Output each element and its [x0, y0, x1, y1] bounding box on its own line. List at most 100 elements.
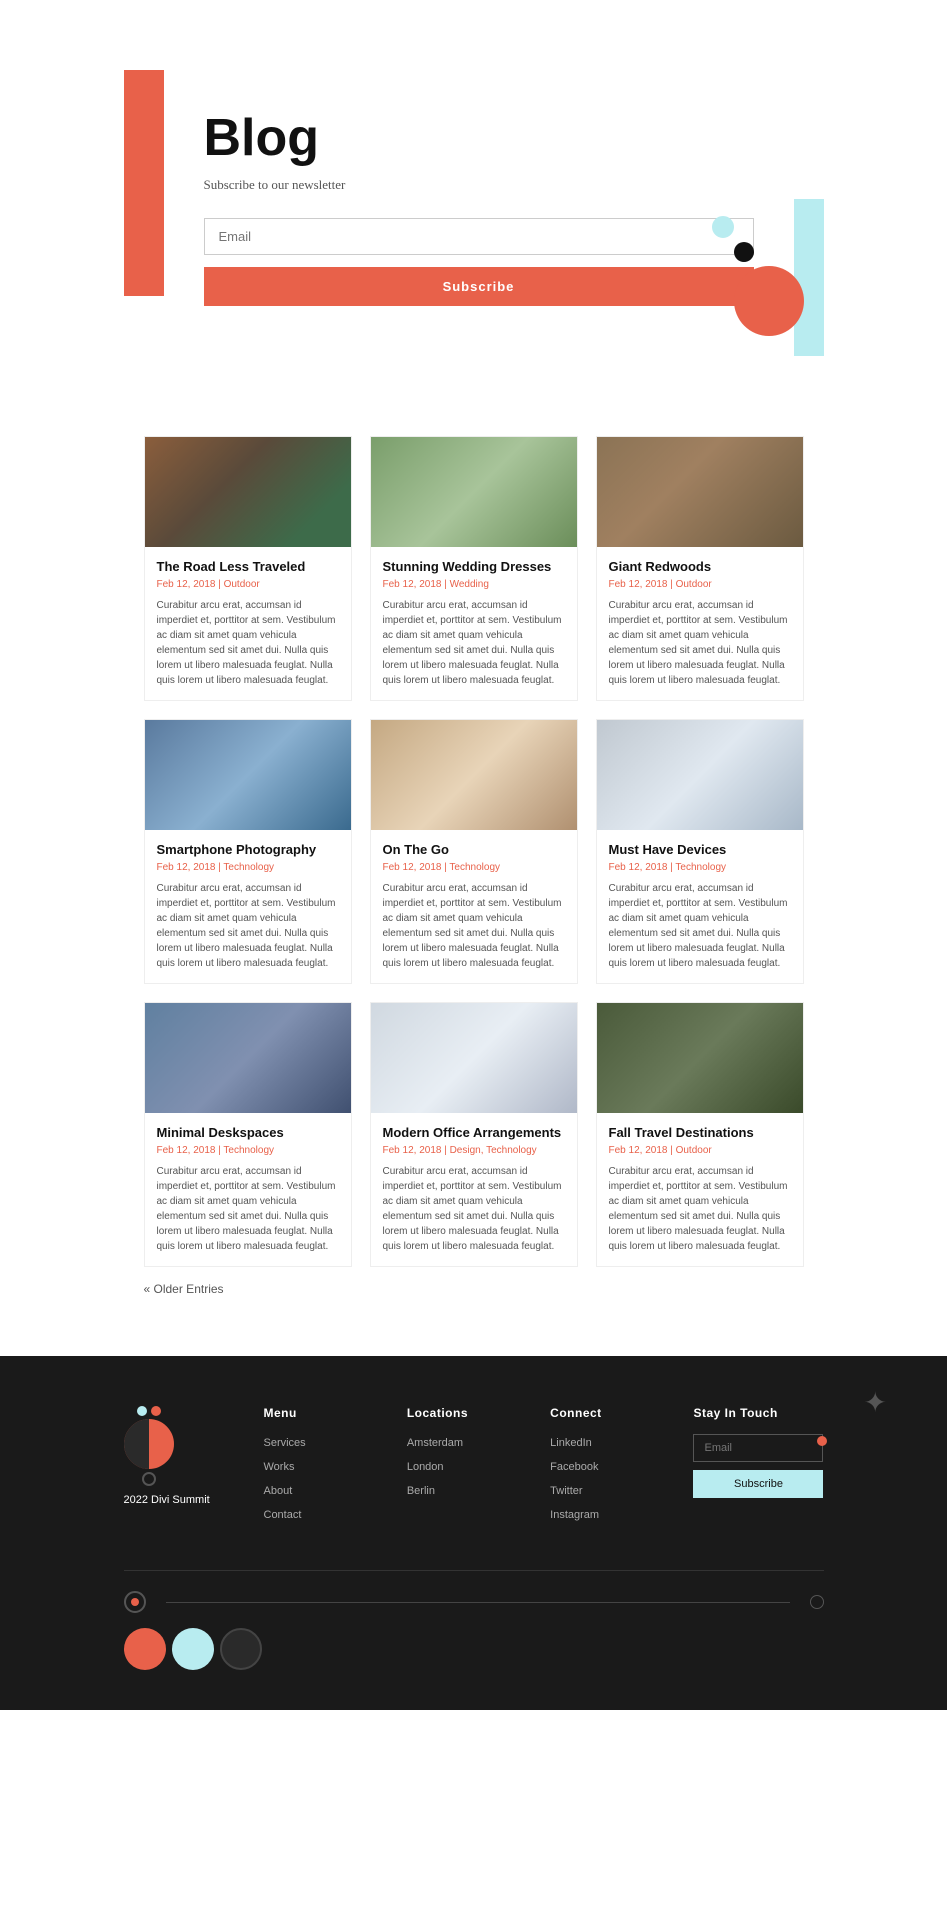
blog-card-meta: Feb 12, 2018 | Wedding — [383, 579, 565, 590]
blog-card-excerpt: Curabitur arcu erat, accumsan id imperdi… — [383, 881, 565, 971]
blog-card-body: Fall Travel Destinations Feb 12, 2018 | … — [597, 1113, 803, 1266]
footer-location-link[interactable]: Berlin — [407, 1485, 435, 1497]
blog-card[interactable]: The Road Less Traveled Feb 12, 2018 | Ou… — [144, 436, 352, 701]
blog-card-title: Modern Office Arrangements — [383, 1125, 565, 1140]
footer-location-item[interactable]: Berlin — [407, 1482, 520, 1498]
footer: ✦ 2022 Divi Summit Menu — [0, 1356, 947, 1710]
logo-half-circle — [124, 1419, 174, 1469]
older-entries-link[interactable]: « Older Entries — [144, 1282, 224, 1296]
blog-card-title: The Road Less Traveled — [157, 559, 339, 574]
blog-card[interactable]: Must Have Devices Feb 12, 2018 | Technol… — [596, 719, 804, 984]
blog-card[interactable]: Modern Office Arrangements Feb 12, 2018 … — [370, 1002, 578, 1267]
footer-circle-coral — [124, 1628, 166, 1670]
deco-coral-circle — [734, 266, 804, 336]
blog-card[interactable]: Smartphone Photography Feb 12, 2018 | Te… — [144, 719, 352, 984]
blog-card-title: Smartphone Photography — [157, 842, 339, 857]
blog-card-title: On The Go — [383, 842, 565, 857]
blog-card-title: Minimal Deskspaces — [157, 1125, 339, 1140]
blog-card-meta: Feb 12, 2018 | Technology — [609, 862, 791, 873]
footer-connect-list: LinkedIn Facebook Twitter Instagram — [550, 1434, 663, 1522]
blog-card[interactable]: Giant Redwoods Feb 12, 2018 | Outdoor Cu… — [596, 436, 804, 701]
blog-card[interactable]: Fall Travel Destinations Feb 12, 2018 | … — [596, 1002, 804, 1267]
footer-subscribe-button[interactable]: Subscribe — [693, 1470, 823, 1498]
footer-menu-col: Menu Services Works About Contact — [264, 1406, 377, 1530]
blog-card-meta: Feb 12, 2018 | Technology — [383, 862, 565, 873]
footer-menu-item[interactable]: Contact — [264, 1506, 377, 1522]
blog-card[interactable]: Stunning Wedding Dresses Feb 12, 2018 | … — [370, 436, 578, 701]
footer-menu-link[interactable]: Works — [264, 1461, 295, 1473]
footer-top: 2022 Divi Summit Menu Services Works About… — [124, 1406, 824, 1530]
blog-card-excerpt: Curabitur arcu erat, accumsan id imperdi… — [157, 598, 339, 688]
footer-menu-heading: Menu — [264, 1406, 377, 1420]
blog-card-meta: Feb 12, 2018 | Outdoor — [157, 579, 339, 590]
blog-card-title: Stunning Wedding Dresses — [383, 559, 565, 574]
footer-location-item[interactable]: Amsterdam — [407, 1434, 520, 1450]
footer-location-link[interactable]: London — [407, 1461, 444, 1473]
footer-menu-list: Services Works About Contact — [264, 1434, 377, 1522]
footer-connect-link[interactable]: Instagram — [550, 1509, 599, 1521]
blog-card-meta: Feb 12, 2018 | Technology — [157, 1145, 339, 1156]
blog-card[interactable]: Minimal Deskspaces Feb 12, 2018 | Techno… — [144, 1002, 352, 1267]
footer-connect-link[interactable]: Facebook — [550, 1461, 598, 1473]
hero-decorative — [712, 216, 804, 336]
blog-card[interactable]: On The Go Feb 12, 2018 | Technology Cura… — [370, 719, 578, 984]
footer-email-input[interactable] — [693, 1434, 823, 1462]
footer-connect-item[interactable]: LinkedIn — [550, 1434, 663, 1450]
footer-connect-link[interactable]: LinkedIn — [550, 1437, 592, 1449]
hero-subtitle: Subscribe to our newsletter — [204, 177, 754, 193]
blog-card-excerpt: Curabitur arcu erat, accumsan id imperdi… — [383, 598, 565, 688]
blog-card-image — [145, 1003, 351, 1113]
hero-email-input[interactable] — [204, 218, 754, 255]
footer-menu-item[interactable]: About — [264, 1482, 377, 1498]
footer-connect-heading: Connect — [550, 1406, 663, 1420]
footer-connect-item[interactable]: Twitter — [550, 1482, 663, 1498]
footer-menu-item[interactable]: Works — [264, 1458, 377, 1474]
footer-menu-link[interactable]: Contact — [264, 1509, 302, 1521]
older-entries[interactable]: « Older Entries — [144, 1267, 804, 1326]
footer-connect-item[interactable]: Instagram — [550, 1506, 663, 1522]
footer-stay-col: Stay In Touch Subscribe — [693, 1406, 823, 1530]
footer-location-item[interactable]: London — [407, 1458, 520, 1474]
blog-card-title: Fall Travel Destinations — [609, 1125, 791, 1140]
footer-circle-dark — [220, 1628, 262, 1670]
footer-menu-link[interactable]: Services — [264, 1437, 306, 1449]
blog-card-meta: Feb 12, 2018 | Outdoor — [609, 1145, 791, 1156]
footer-bottom-circle-small — [810, 1595, 824, 1609]
blog-card-body: Stunning Wedding Dresses Feb 12, 2018 | … — [371, 547, 577, 700]
footer-connect-item[interactable]: Facebook — [550, 1458, 663, 1474]
footer-connect-link[interactable]: Twitter — [550, 1485, 582, 1497]
footer-brand: 2022 Divi Summit — [124, 1494, 210, 1506]
footer-menu-link[interactable]: About — [264, 1485, 293, 1497]
blog-card-body: Giant Redwoods Feb 12, 2018 | Outdoor Cu… — [597, 547, 803, 700]
footer-logo-col: 2022 Divi Summit — [124, 1406, 234, 1530]
blog-card-excerpt: Curabitur arcu erat, accumsan id imperdi… — [383, 1164, 565, 1254]
footer-bottom-circle — [124, 1591, 146, 1613]
footer-menu-item[interactable]: Services — [264, 1434, 377, 1450]
blog-card-excerpt: Curabitur arcu erat, accumsan id imperdi… — [609, 598, 791, 688]
blog-card-body: Modern Office Arrangements Feb 12, 2018 … — [371, 1113, 577, 1266]
footer-circles-row — [124, 1628, 824, 1670]
footer-location-link[interactable]: Amsterdam — [407, 1437, 463, 1449]
hero-inner: Blog Subscribe to our newsletter Subscri… — [124, 70, 824, 356]
blog-card-image — [597, 720, 803, 830]
blog-card-image — [597, 1003, 803, 1113]
blog-card-title: Giant Redwoods — [609, 559, 791, 574]
blog-card-image — [145, 720, 351, 830]
hero-subscribe-button[interactable]: Subscribe — [204, 267, 754, 306]
blog-card-body: The Road Less Traveled Feb 12, 2018 | Ou… — [145, 547, 351, 700]
blog-card-body: On The Go Feb 12, 2018 | Technology Cura… — [371, 830, 577, 983]
blog-card-image — [371, 720, 577, 830]
blog-card-excerpt: Curabitur arcu erat, accumsan id imperdi… — [609, 1164, 791, 1254]
blog-card-meta: Feb 12, 2018 | Design, Technology — [383, 1145, 565, 1156]
star-icon: ✦ — [864, 1386, 887, 1420]
blog-card-body: Must Have Devices Feb 12, 2018 | Technol… — [597, 830, 803, 983]
footer-bottom — [124, 1570, 824, 1613]
logo-half-dark — [124, 1419, 149, 1469]
footer-stay-heading: Stay In Touch — [693, 1406, 823, 1420]
footer-logo-graphic — [124, 1406, 174, 1486]
deco-cyan-circle — [712, 216, 734, 238]
blog-card-excerpt: Curabitur arcu erat, accumsan id imperdi… — [157, 881, 339, 971]
hero-title: Blog — [204, 110, 754, 167]
blog-card-meta: Feb 12, 2018 | Outdoor — [609, 579, 791, 590]
hero-section: Blog Subscribe to our newsletter Subscri… — [0, 0, 947, 356]
